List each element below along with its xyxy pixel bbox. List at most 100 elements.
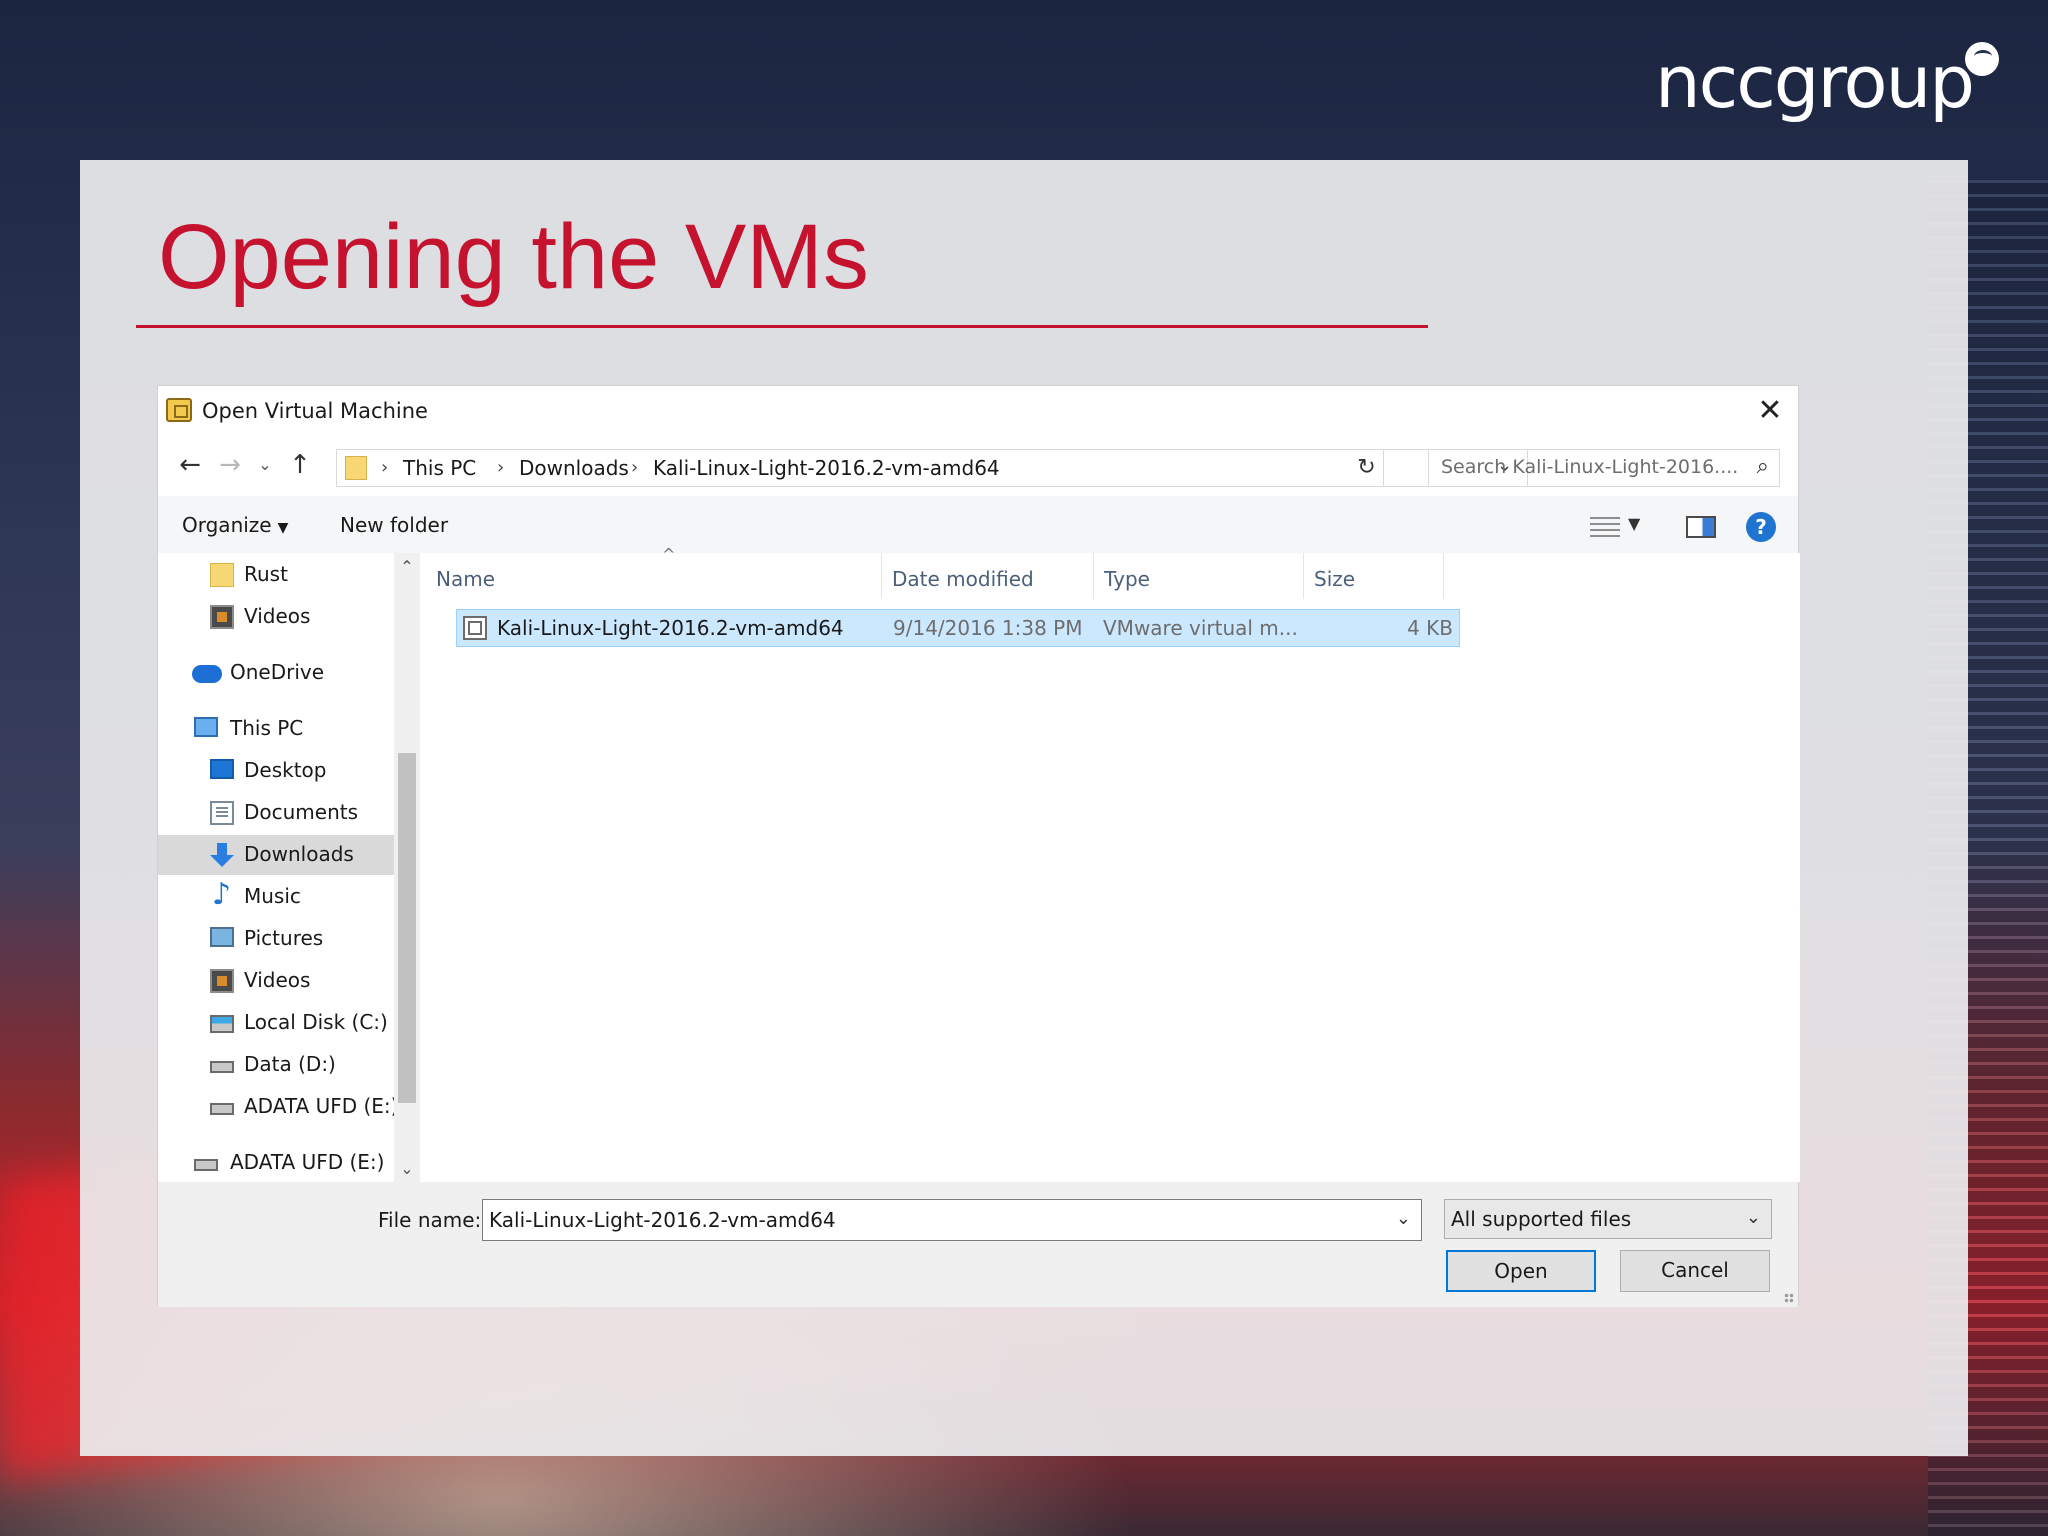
local-disk-icon bbox=[210, 1015, 234, 1033]
column-header-date-modified[interactable]: Date modified bbox=[882, 553, 1094, 599]
command-toolbar: Organize ▼ New folder ▼ ? bbox=[158, 496, 1798, 553]
column-header-type[interactable]: Type bbox=[1094, 553, 1304, 599]
sidebar-item-adata-ufd-e-root[interactable]: ADATA UFD (E:) bbox=[158, 1143, 394, 1182]
view-options-icon[interactable] bbox=[1590, 517, 1620, 539]
file-name: Kali-Linux-Light-2016.2-vm-amd64 bbox=[497, 616, 844, 640]
sidebar-item-label: Music bbox=[244, 884, 301, 908]
sidebar-item-rust[interactable]: Rust bbox=[158, 555, 394, 595]
file-name-label: File name: bbox=[378, 1208, 482, 1232]
forward-button[interactable]: → bbox=[210, 448, 250, 482]
title-underline bbox=[136, 325, 1428, 328]
file-name-field[interactable]: Kali-Linux-Light-2016.2-vm-amd64 ⌄ bbox=[482, 1199, 1422, 1241]
dialog-titlebar[interactable]: Open Virtual Machine ✕ bbox=[158, 386, 1798, 436]
file-type: VMware virtual m... bbox=[1103, 616, 1298, 640]
breadcrumb-separator[interactable]: › bbox=[381, 457, 388, 478]
sidebar-item-this-pc[interactable]: This PC bbox=[158, 709, 394, 749]
sidebar-item-label: ADATA UFD (E:) bbox=[230, 1150, 385, 1174]
file-list: ^ Name Date modified Type Size Kali-Linu… bbox=[426, 545, 1800, 1182]
search-icon: ⌕ bbox=[1756, 454, 1769, 479]
breadcrumb-this-pc[interactable]: This PC bbox=[403, 456, 476, 480]
scroll-up-icon[interactable]: ⌃ bbox=[394, 557, 420, 576]
preview-pane-icon[interactable] bbox=[1686, 516, 1716, 538]
table-row[interactable]: Kali-Linux-Light-2016.2-vm-amd64 9/14/20… bbox=[456, 609, 1460, 647]
logo-mark-icon bbox=[1965, 42, 1999, 76]
refresh-icon[interactable]: ↻ bbox=[1350, 449, 1384, 487]
open-button[interactable]: Open bbox=[1446, 1250, 1596, 1292]
sidebar-item-label: Documents bbox=[244, 800, 359, 824]
organize-label: Organize bbox=[182, 513, 272, 537]
nccgroup-logo: nccgroup bbox=[1655, 40, 1975, 124]
open-virtual-machine-dialog: Open Virtual Machine ✕ ← → ⌄ ↑ › This PC… bbox=[157, 385, 1800, 1307]
organize-button[interactable]: Organize ▼ bbox=[182, 513, 288, 537]
new-folder-button[interactable]: New folder bbox=[340, 513, 448, 537]
folder-icon bbox=[345, 456, 367, 480]
documents-icon bbox=[210, 801, 234, 825]
file-date-modified: 9/14/2016 1:38 PM bbox=[893, 616, 1083, 640]
file-type-value: All supported files bbox=[1451, 1207, 1632, 1231]
back-button[interactable]: ← bbox=[170, 448, 210, 482]
navigation-pane: Rust Videos OneDrive This PC Desktop Doc… bbox=[158, 553, 394, 1182]
sidebar-item-label: Local Disk (C:) bbox=[244, 1010, 388, 1034]
resize-grip-icon[interactable] bbox=[1784, 1293, 1794, 1303]
sidebar-item-label: Downloads bbox=[244, 842, 354, 866]
scrollbar-thumb[interactable] bbox=[398, 753, 416, 1103]
sidebar-item-label: Videos bbox=[244, 968, 311, 992]
breadcrumb-separator[interactable]: › bbox=[497, 457, 504, 478]
help-icon[interactable]: ? bbox=[1746, 512, 1776, 542]
dialog-footer: File name: Kali-Linux-Light-2016.2-vm-am… bbox=[158, 1182, 1798, 1307]
sidebar-item-downloads[interactable]: Downloads bbox=[158, 835, 394, 875]
sidebar-scrollbar[interactable]: ⌃ ⌄ bbox=[394, 553, 420, 1182]
breadcrumb-downloads[interactable]: Downloads bbox=[519, 456, 629, 480]
sidebar-item-videos-pc[interactable]: Videos bbox=[158, 961, 394, 1001]
column-header-name[interactable]: Name bbox=[426, 553, 882, 599]
videos-icon bbox=[210, 605, 234, 629]
search-input[interactable]: Search Kali-Linux-Light-2016.... ⌕ bbox=[1428, 449, 1780, 487]
up-button[interactable]: ↑ bbox=[280, 448, 320, 482]
cancel-button[interactable]: Cancel bbox=[1620, 1250, 1770, 1292]
pictures-icon bbox=[210, 927, 234, 947]
sidebar-item-desktop[interactable]: Desktop bbox=[158, 751, 394, 791]
sidebar-item-label: ADATA UFD (E:) bbox=[244, 1094, 394, 1118]
sidebar-item-onedrive[interactable]: OneDrive bbox=[158, 653, 394, 693]
sidebar-item-music[interactable]: Music bbox=[158, 877, 394, 917]
chevron-down-icon[interactable]: ⌄ bbox=[1396, 1208, 1411, 1229]
file-size: 4 KB bbox=[1407, 616, 1453, 640]
sidebar-item-label: Data (D:) bbox=[244, 1052, 336, 1076]
sidebar-item-documents[interactable]: Documents bbox=[158, 793, 394, 833]
close-button[interactable]: ✕ bbox=[1742, 386, 1798, 436]
breadcrumb-separator[interactable]: › bbox=[631, 457, 638, 478]
drive-icon bbox=[210, 1103, 234, 1115]
sidebar-item-data-d[interactable]: Data (D:) bbox=[158, 1045, 394, 1085]
sidebar-item-label: Desktop bbox=[244, 758, 327, 782]
sidebar-item-label: OneDrive bbox=[230, 660, 325, 684]
navigation-bar: ← → ⌄ ↑ › This PC › Downloads › Kali-Lin… bbox=[158, 436, 1798, 496]
file-name-value: Kali-Linux-Light-2016.2-vm-amd64 bbox=[489, 1208, 836, 1232]
downloads-icon bbox=[210, 843, 234, 867]
chevron-down-icon: ⌄ bbox=[1745, 1207, 1761, 1228]
desktop-icon bbox=[210, 759, 234, 779]
recent-locations-button[interactable]: ⌄ bbox=[250, 448, 280, 482]
file-type-select[interactable]: All supported files ⌄ bbox=[1444, 1199, 1772, 1239]
sidebar-item-label: Videos bbox=[244, 604, 311, 628]
sidebar-item-adata-ufd-e[interactable]: ADATA UFD (E:) bbox=[158, 1087, 394, 1127]
videos-icon bbox=[210, 969, 234, 993]
slide-title: Opening the VMs bbox=[158, 206, 869, 308]
sidebar-item-videos[interactable]: Videos bbox=[158, 597, 394, 637]
vmx-file-icon bbox=[463, 616, 487, 640]
vmware-app-icon bbox=[166, 398, 192, 422]
caret-down-icon[interactable]: ▼ bbox=[1628, 514, 1640, 533]
this-pc-icon bbox=[194, 717, 218, 737]
column-header-size[interactable]: Size bbox=[1304, 553, 1444, 599]
sidebar-item-label: Rust bbox=[244, 562, 288, 586]
drive-icon bbox=[194, 1159, 218, 1171]
breadcrumb-current-folder[interactable]: Kali-Linux-Light-2016.2-vm-amd64 bbox=[653, 456, 1000, 480]
sidebar-item-pictures[interactable]: Pictures bbox=[158, 919, 394, 959]
music-icon bbox=[210, 877, 234, 912]
sidebar-item-local-disk-c[interactable]: Local Disk (C:) bbox=[158, 1003, 394, 1043]
folder-icon bbox=[210, 563, 234, 587]
scroll-down-icon[interactable]: ⌄ bbox=[394, 1159, 420, 1178]
drive-icon bbox=[210, 1061, 234, 1073]
dialog-title: Open Virtual Machine bbox=[202, 399, 428, 423]
caret-down-icon: ▼ bbox=[277, 520, 289, 536]
search-placeholder: Search Kali-Linux-Light-2016.... bbox=[1441, 456, 1739, 478]
